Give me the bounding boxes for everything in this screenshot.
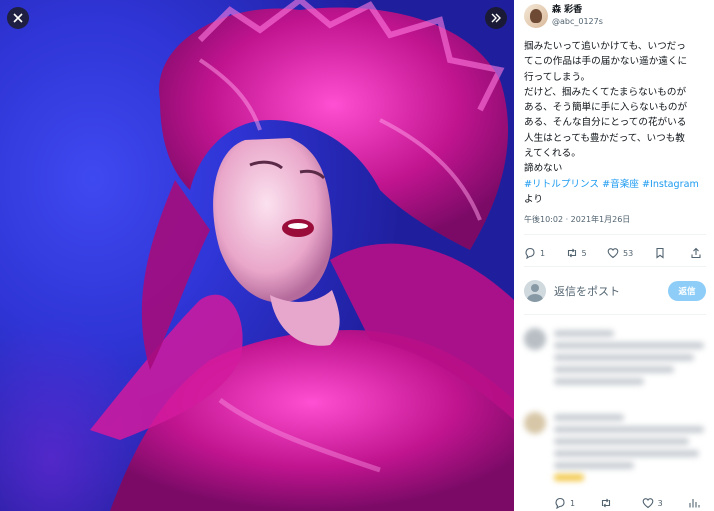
list-item	[554, 378, 644, 385]
post-timestamp[interactable]: 午後10:02 · 2021年1月26日	[524, 214, 630, 225]
post-text-line: 人生はとっても豊かだって、いつも教	[524, 132, 685, 144]
hashtag-line: #リトルプリンス #音楽座 #Instagram	[524, 177, 710, 192]
list-item	[554, 438, 689, 445]
hashtag-link[interactable]: #音楽座	[602, 179, 639, 190]
chevrons-right-icon	[491, 13, 501, 23]
reply-actions: 1 3	[554, 497, 704, 509]
post-text: 掴みたいって追いかけても、いつだっ てこの作品は手の届かない遥か遠くに 行ってし…	[524, 39, 710, 207]
list-item	[554, 414, 624, 421]
divider	[524, 314, 706, 315]
heart-icon	[607, 248, 619, 259]
repost-icon	[567, 248, 576, 258]
reply-count: 1	[570, 498, 576, 508]
list-item	[554, 354, 694, 361]
post-text-line: より	[524, 193, 543, 205]
reply-composer: 返信をポスト 返信	[524, 279, 706, 303]
like-button[interactable]: 3	[642, 497, 663, 509]
heart-icon	[642, 498, 653, 509]
performer-photo	[90, 0, 514, 511]
reply-count: 1	[540, 248, 546, 258]
list-item	[554, 330, 614, 337]
repost-icon	[602, 498, 611, 508]
list-item	[554, 450, 699, 457]
list-item	[554, 462, 634, 469]
like-button[interactable]: 53	[607, 247, 633, 259]
avatar	[524, 328, 546, 350]
post-text-line: 掴みたいって追いかけても、いつだっ	[524, 41, 686, 52]
share-icon	[691, 247, 701, 259]
list-item	[554, 366, 674, 373]
list-item	[554, 426, 704, 433]
post-text-line: 諦めない	[524, 163, 563, 175]
reply-submit-button[interactable]: 返信	[668, 281, 706, 301]
blurred-replies	[514, 320, 714, 490]
avatar[interactable]	[524, 4, 548, 28]
post-author[interactable]: 森 彩香 @abc_0127s	[524, 4, 603, 28]
post-actions: 1 5 53	[524, 247, 706, 259]
divider	[524, 234, 706, 235]
bookmark-icon	[656, 247, 664, 259]
post-detail-panel: 森 彩香 @abc_0127s 掴みたいって追いかけても、いつだっ てこの作品は…	[514, 0, 714, 511]
post-text-line: だけど、掴みたくてたまらないものが	[524, 86, 687, 98]
close-button[interactable]	[7, 7, 29, 29]
bookmark-button[interactable]	[654, 247, 670, 259]
media-viewer	[0, 0, 514, 511]
like-count: 3	[657, 498, 663, 508]
reply-button[interactable]: 1	[554, 497, 575, 509]
post-text-line: ある、そう簡単に手に入らないものが	[524, 102, 688, 114]
like-count: 53	[623, 248, 634, 258]
hashtag-link[interactable]: #Instagram	[642, 179, 699, 190]
avatar	[524, 280, 546, 302]
reply-icon	[525, 247, 535, 259]
reply-input[interactable]: 返信をポスト	[554, 283, 668, 299]
hashtag-link[interactable]: #リトルプリンス	[524, 179, 599, 190]
post-text-line: えてくれる。	[524, 148, 581, 160]
user-handle[interactable]: @abc_0127s	[552, 16, 603, 27]
avatar	[524, 412, 546, 434]
analytics-icon	[689, 499, 700, 508]
analytics-button[interactable]	[688, 497, 704, 509]
list-item	[554, 474, 584, 481]
post-text-line: ある、そんな自分にとっての花がいる	[524, 117, 687, 129]
list-item	[554, 342, 704, 349]
post-text-line: てこの作品は手の届かない遥か遠くに	[524, 56, 688, 68]
divider	[524, 266, 706, 267]
post-text-line: 行ってしまう。	[524, 71, 591, 83]
reply-button[interactable]: 1	[524, 247, 545, 259]
share-button[interactable]	[690, 247, 706, 259]
close-icon	[13, 13, 23, 23]
reply-icon	[555, 497, 565, 509]
repost-button[interactable]	[600, 497, 616, 509]
repost-button[interactable]: 5	[566, 247, 587, 259]
display-name[interactable]: 森 彩香	[552, 5, 603, 16]
toggle-panel-button[interactable]	[485, 7, 507, 29]
repost-count: 5	[581, 248, 587, 258]
